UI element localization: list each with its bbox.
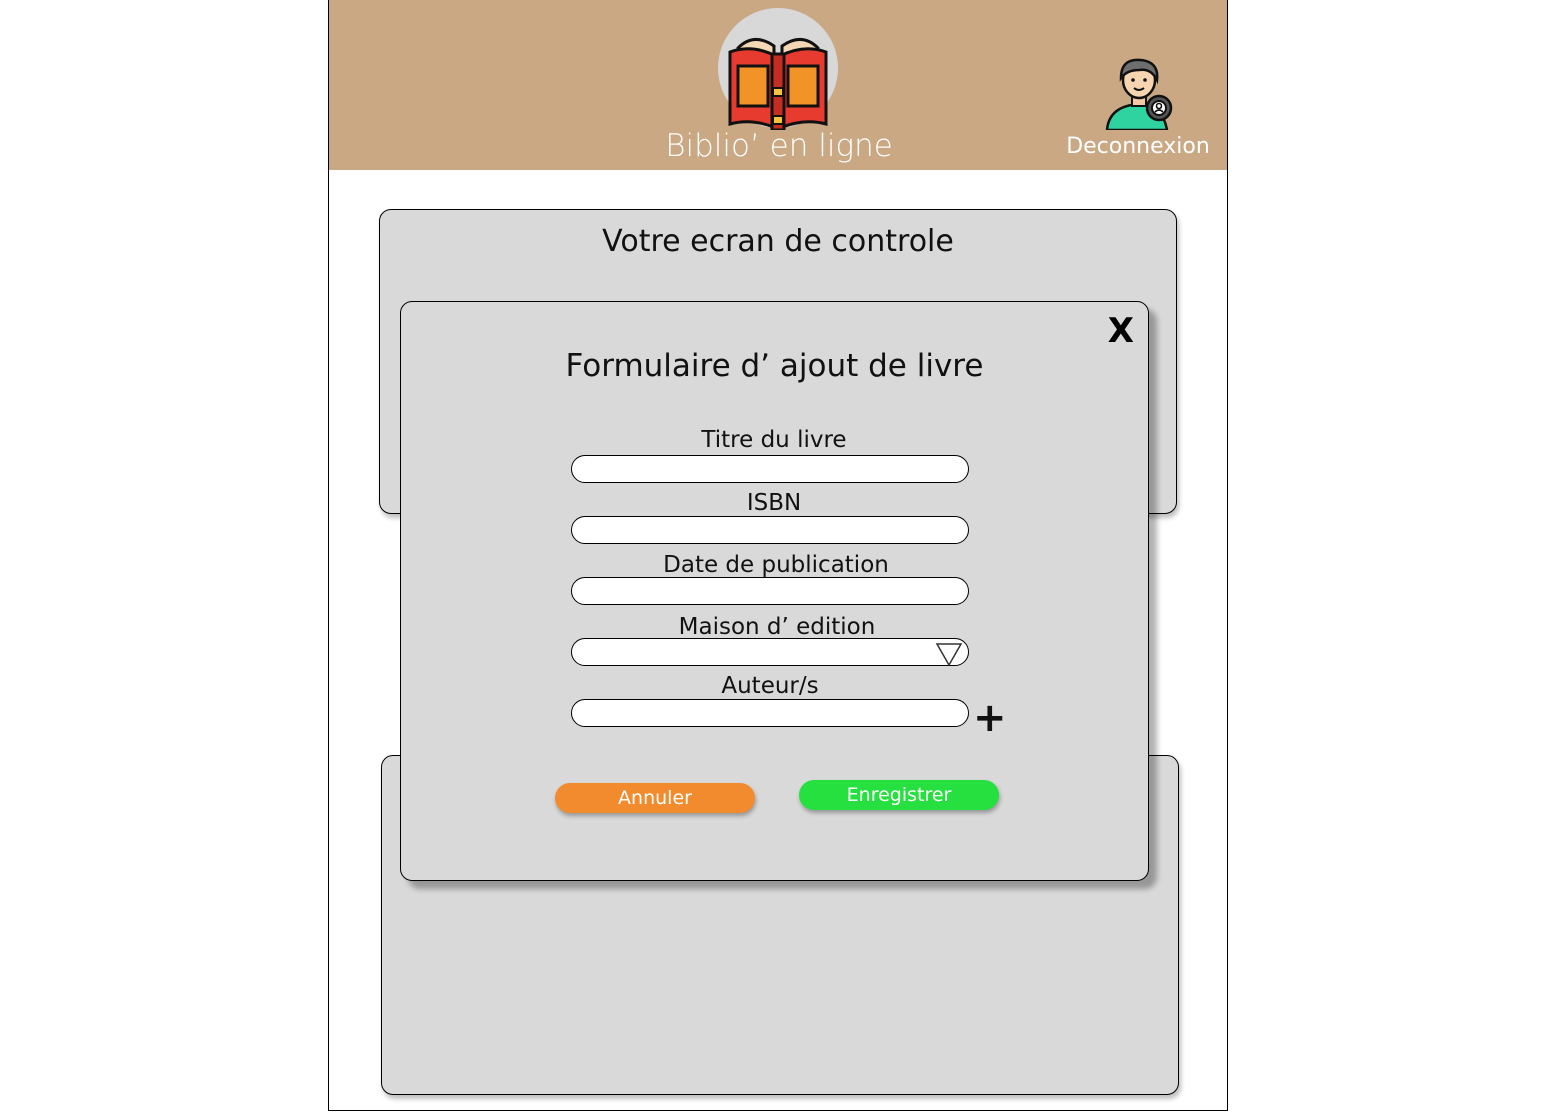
dashboard-title: Votre ecran de controle [602,224,954,259]
close-button[interactable]: X [1108,314,1134,348]
save-button[interactable]: Enregistrer [799,780,999,810]
chevron-down-icon[interactable] [935,641,963,667]
author-label: Auteur/s [721,673,819,699]
open-book-icon [728,38,828,130]
publication-date-input[interactable] [571,577,969,605]
publisher-label: Maison d’ edition [678,614,876,640]
cancel-button[interactable]: Annuler [555,783,755,813]
logo [718,8,838,130]
user-account-icon[interactable] [1101,56,1177,130]
author-input[interactable] [571,699,969,727]
modal-title: Formulaire d’ ajout de livre [565,348,984,384]
isbn-label: ISBN [746,490,802,516]
header-bar: Biblio’ en ligne Deconnexion [329,0,1227,170]
logout-link[interactable]: Deconnexion [1049,134,1227,159]
title-label: Titre du livre [701,427,847,453]
title-input[interactable] [571,455,969,483]
publication-date-label: Date de publication [663,552,889,578]
isbn-input[interactable] [571,516,969,544]
app-frame: Biblio’ en ligne Deconnexion Votre ecran… [328,0,1228,1111]
publisher-select[interactable] [571,638,969,666]
app-title: Biblio’ en ligne [665,128,893,164]
add-author-button[interactable]: + [973,698,1007,738]
add-book-modal: X Formulaire d’ ajout de livre Titre du … [400,301,1149,881]
